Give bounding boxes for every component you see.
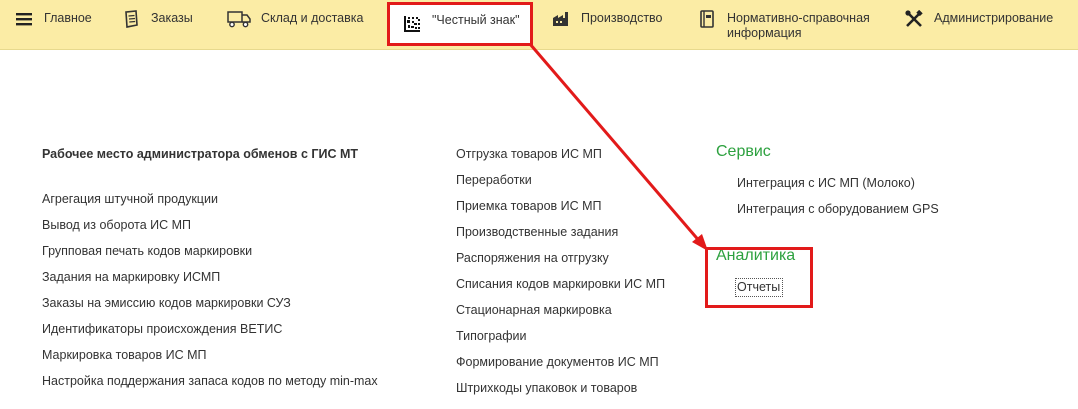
orders-icon xyxy=(120,9,142,29)
datamatrix-icon xyxy=(401,14,423,34)
command-link[interactable]: Типографии xyxy=(456,328,527,344)
command-link[interactable]: Стационарная маркировка xyxy=(456,302,612,318)
command-link[interactable]: Списания кодов маркировки ИС МП xyxy=(456,276,665,292)
command-link[interactable]: Заказы на эмиссию кодов маркировки СУЗ xyxy=(42,295,291,311)
tab-reference-info[interactable]: Нормативно-справочная информация xyxy=(696,0,870,48)
command-link[interactable]: Групповая печать кодов маркировки xyxy=(42,243,252,259)
command-link[interactable]: Маркировка товаров ИС МП xyxy=(42,347,207,363)
tab-label: Нормативно-справочная информация xyxy=(727,11,870,40)
command-link[interactable]: Штрихкоды упаковок и товаров xyxy=(456,380,637,396)
command-link[interactable]: Интеграция с оборудованием GPS xyxy=(737,201,939,217)
command-link[interactable]: Интеграция с ИС МП (Молоко) xyxy=(737,175,915,191)
section-title-service: Сервис xyxy=(716,143,771,160)
command-link[interactable]: Производственные задания xyxy=(456,224,618,240)
command-link[interactable]: Отгрузка товаров ИС МП xyxy=(456,146,602,162)
menu-icon xyxy=(13,9,35,29)
tab-warehouse[interactable]: Склад и доставка xyxy=(226,0,363,48)
command-link[interactable]: Переработки xyxy=(456,172,532,188)
command-link[interactable]: Приемка товаров ИС МП xyxy=(456,198,602,214)
command-link[interactable]: Идентификаторы происхождения ВЕТИС xyxy=(42,321,282,337)
tab-honest-sign[interactable]: "Честный знак" xyxy=(387,2,533,46)
tab-administration[interactable]: Администрирование xyxy=(903,0,1053,48)
reference-book-icon xyxy=(696,9,718,29)
highlight-box xyxy=(705,247,813,308)
tab-label: Администрирование xyxy=(934,11,1054,25)
tab-orders[interactable]: Заказы xyxy=(120,0,193,48)
truck-icon xyxy=(226,9,252,29)
tab-label: Склад и доставка xyxy=(261,11,364,25)
tools-icon xyxy=(903,9,925,29)
tab-label: Производство xyxy=(581,11,663,25)
command-link[interactable]: Агрегация штучной продукции xyxy=(42,191,218,207)
command-link[interactable]: Формирование документов ИС МП xyxy=(456,354,659,370)
tab-label: "Честный знак" xyxy=(432,13,520,27)
command-link[interactable]: Настройка поддержания запаса кодов по ме… xyxy=(42,373,378,389)
group-title-admin-workplace[interactable]: Рабочее место администратора обменов с Г… xyxy=(42,146,358,162)
tab-label: Заказы xyxy=(151,11,193,25)
factory-icon xyxy=(550,9,572,29)
command-link[interactable]: Задания на маркировку ИСМП xyxy=(42,269,220,285)
command-link[interactable]: Вывод из оборота ИС МП xyxy=(42,217,191,233)
tab-label: Главное xyxy=(44,11,92,25)
command-link[interactable]: Распоряжения на отгрузку xyxy=(456,250,609,266)
sections-panel: Главное Заказы Склад и доставка "Честный… xyxy=(0,0,1078,50)
tab-main[interactable]: Главное xyxy=(13,0,92,48)
tab-production[interactable]: Производство xyxy=(550,0,663,48)
